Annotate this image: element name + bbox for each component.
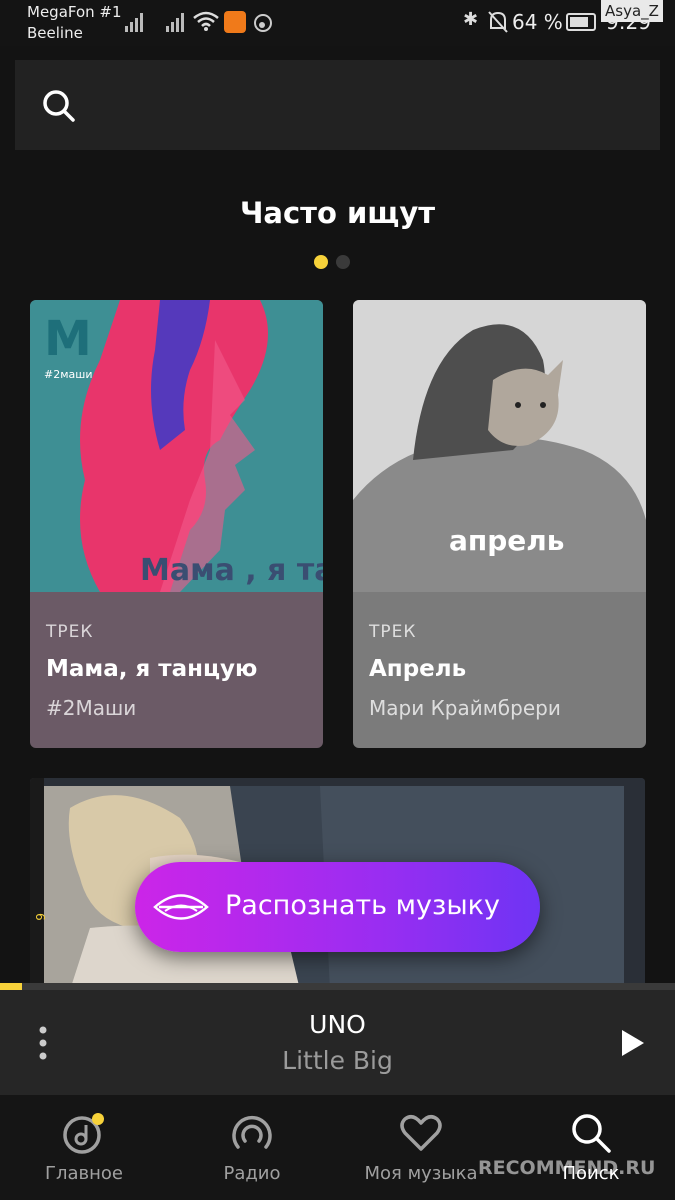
- cover-title-text: апрель: [449, 524, 565, 557]
- signal-icon: [125, 12, 143, 32]
- play-icon[interactable]: [620, 1028, 646, 1058]
- sound-wave-icon: [153, 894, 209, 920]
- mute-bell-icon: [488, 11, 508, 33]
- status-bar: MegaFon #1 Beeline ✱ 64 % 9:29 Asya_Z: [0, 0, 675, 46]
- radio-icon: [232, 1116, 272, 1149]
- home-music-icon: [63, 1113, 104, 1154]
- banner-side-marker: 6: [33, 913, 47, 921]
- album-cover-art: апрель: [353, 300, 646, 592]
- recognize-music-button[interactable]: Распознать музыку: [135, 862, 540, 952]
- bluetooth-icon: ✱: [463, 9, 479, 30]
- signal-icon-2: [166, 12, 184, 32]
- heart-icon: [400, 1115, 442, 1151]
- tab-home[interactable]: Главное: [9, 1095, 159, 1200]
- card-artist[interactable]: #2Маши: [46, 696, 136, 720]
- bottom-tab-bar: Главное Радио Моя музыка Поиск: [0, 1095, 675, 1200]
- pagination-dot-active[interactable]: [314, 255, 328, 269]
- watermark-username: Asya_Z: [601, 0, 663, 22]
- player-track-title: UNO: [309, 1010, 366, 1039]
- battery-percent: 64 %: [512, 10, 563, 34]
- track-card[interactable]: Мама , я танцую M #2маши ТРЕК Мама, я та…: [30, 300, 323, 748]
- search-icon: [572, 1114, 611, 1153]
- tab-my-music[interactable]: Моя музыка: [346, 1095, 496, 1200]
- playback-progress-fill: [0, 983, 23, 990]
- recognize-music-label: Распознать музыку: [225, 890, 500, 921]
- carrier-label-2: Beeline: [27, 24, 83, 42]
- tab-label: Радио: [223, 1163, 281, 1184]
- music-note-icon: [254, 14, 272, 32]
- tab-label: Главное: [45, 1163, 123, 1184]
- card-type-label: ТРЕК: [369, 622, 417, 642]
- card-type-label: ТРЕК: [46, 622, 94, 642]
- section-title: Часто ищут: [239, 196, 436, 230]
- cover-title-text: Мама , я танцую: [140, 553, 323, 588]
- battery-icon: [566, 13, 596, 31]
- app-notification-icon: [224, 11, 246, 33]
- album-cover: Мама , я танцую M #2маши: [30, 300, 323, 592]
- tab-label: Моя музыка: [364, 1163, 478, 1184]
- card-title: Мама, я танцую: [46, 656, 258, 682]
- site-watermark: RECOMMEND.RU: [478, 1157, 656, 1179]
- tab-search[interactable]: Поиск: [516, 1095, 666, 1200]
- card-artist[interactable]: Мари Краймбрери: [369, 696, 561, 720]
- search-icon: [43, 90, 75, 122]
- search-input[interactable]: [15, 60, 660, 150]
- mini-player[interactable]: UNO Little Big: [0, 990, 675, 1095]
- tab-radio[interactable]: Радио: [177, 1095, 327, 1200]
- player-artist: Little Big: [282, 1046, 393, 1075]
- cover-logo-text: #2маши: [44, 368, 92, 381]
- album-cover-art: Мама , я танцую M #2маши: [30, 300, 323, 592]
- svg-text:M: M: [44, 311, 92, 367]
- pagination-dot[interactable]: [336, 255, 350, 269]
- carrier-label-1: MegaFon #1: [27, 3, 122, 21]
- wifi-icon: [193, 11, 219, 31]
- track-card[interactable]: апрель ТРЕК Апрель Мари Краймбрери: [353, 300, 646, 748]
- card-title: Апрель: [369, 656, 467, 682]
- album-cover: апрель: [353, 300, 646, 592]
- playback-progress-bar[interactable]: [0, 983, 675, 990]
- carousel-pagination: [314, 255, 350, 269]
